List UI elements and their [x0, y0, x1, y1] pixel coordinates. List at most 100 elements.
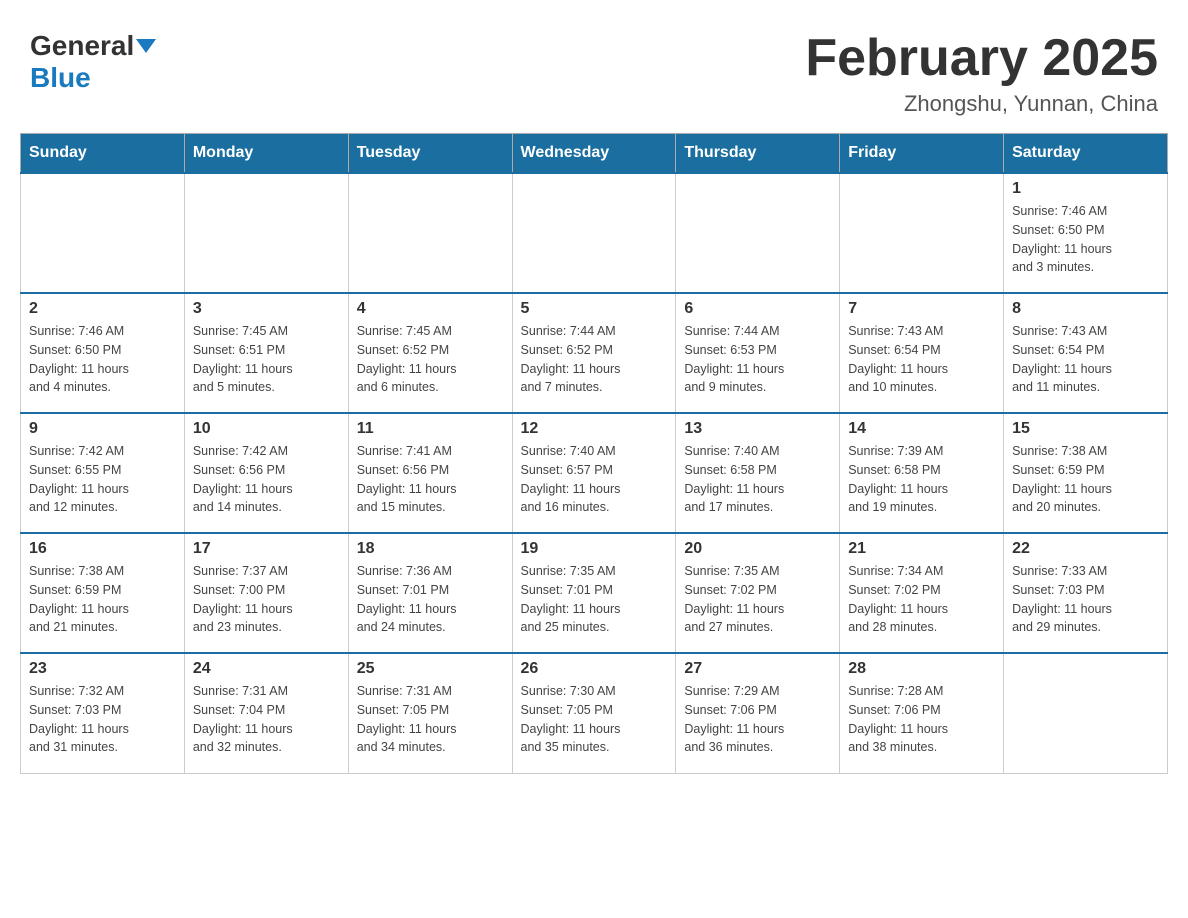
week-row-1: 1Sunrise: 7:46 AM Sunset: 6:50 PM Daylig…: [21, 173, 1168, 293]
day-info: Sunrise: 7:43 AM Sunset: 6:54 PM Dayligh…: [1012, 322, 1159, 397]
day-info: Sunrise: 7:44 AM Sunset: 6:52 PM Dayligh…: [521, 322, 668, 397]
week-row-5: 23 Sunrise: 7:32 AM Sunset: 7:03 PM Dayli…: [21, 653, 1168, 773]
calendar-cell: 17Sunrise: 7:37 AM Sunset: 7:00 PM Dayli…: [184, 533, 348, 653]
location-text: Zhongshu, Yunnan, China: [805, 91, 1158, 117]
calendar-cell: [1004, 653, 1168, 773]
calendar-cell: 7Sunrise: 7:43 AM Sunset: 6:54 PM Daylig…: [840, 293, 1004, 413]
calendar-cell: 13 Sunrise: 7:40 AM Sunset: 6:58 PM Dayli…: [676, 413, 840, 533]
calendar-cell: 20 Sunrise: 7:35 AM Sunset: 7:02 PM Dayli…: [676, 533, 840, 653]
col-thursday: Thursday: [676, 134, 840, 174]
day-number: 8: [1012, 300, 1159, 318]
day-info: Sunrise: 7:46 AM Sunset: 6:50 PM Dayligh…: [1012, 202, 1159, 277]
month-title: February 2025: [805, 30, 1158, 87]
day-info: Sunrise: 7:34 AM Sunset: 7:02 PM Dayligh…: [848, 562, 995, 637]
calendar-cell: 27Sunrise: 7:29 AM Sunset: 7:06 PM Dayli…: [676, 653, 840, 773]
calendar-cell: [676, 173, 840, 293]
day-number: 14: [848, 420, 995, 438]
day-number: 21: [848, 540, 995, 558]
day-number: 23: [29, 660, 176, 678]
calendar-cell: 8 Sunrise: 7:43 AM Sunset: 6:54 PM Daylig…: [1004, 293, 1168, 413]
day-info: Sunrise: 7:38 AM Sunset: 6:59 PM Dayligh…: [29, 562, 176, 637]
calendar-cell: [21, 173, 185, 293]
day-info: Sunrise: 7:36 AM Sunset: 7:01 PM Dayligh…: [357, 562, 504, 637]
calendar-cell: 23 Sunrise: 7:32 AM Sunset: 7:03 PM Dayli…: [21, 653, 185, 773]
day-number: 16: [29, 540, 176, 558]
day-info: Sunrise: 7:35 AM Sunset: 7:01 PM Dayligh…: [521, 562, 668, 637]
logo: General Blue: [30, 30, 156, 94]
day-info: Sunrise: 7:44 AM Sunset: 6:53 PM Dayligh…: [684, 322, 831, 397]
calendar-cell: 24 Sunrise: 7:31 AM Sunset: 7:04 PM Dayli…: [184, 653, 348, 773]
col-tuesday: Tuesday: [348, 134, 512, 174]
day-info: Sunrise: 7:35 AM Sunset: 7:02 PM Dayligh…: [684, 562, 831, 637]
day-info: Sunrise: 7:41 AM Sunset: 6:56 PM Dayligh…: [357, 442, 504, 517]
week-row-3: 9 Sunrise: 7:42 AM Sunset: 6:55 PM Daylig…: [21, 413, 1168, 533]
col-monday: Monday: [184, 134, 348, 174]
title-section: February 2025 Zhongshu, Yunnan, China: [805, 30, 1158, 117]
calendar-cell: [348, 173, 512, 293]
calendar-cell: 9 Sunrise: 7:42 AM Sunset: 6:55 PM Daylig…: [21, 413, 185, 533]
logo-triangle-icon: [136, 39, 156, 53]
col-saturday: Saturday: [1004, 134, 1168, 174]
page-header: General Blue February 2025 Zhongshu, Yun…: [20, 20, 1168, 117]
day-number: 12: [521, 420, 668, 438]
week-row-2: 2 Sunrise: 7:46 AM Sunset: 6:50 PM Daylig…: [21, 293, 1168, 413]
day-info: Sunrise: 7:39 AM Sunset: 6:58 PM Dayligh…: [848, 442, 995, 517]
day-info: Sunrise: 7:31 AM Sunset: 7:04 PM Dayligh…: [193, 682, 340, 757]
day-info: Sunrise: 7:46 AM Sunset: 6:50 PM Dayligh…: [29, 322, 176, 397]
calendar-table: Sunday Monday Tuesday Wednesday Thursday…: [20, 133, 1168, 774]
logo-blue-text: Blue: [30, 62, 91, 93]
day-info: Sunrise: 7:40 AM Sunset: 6:58 PM Dayligh…: [684, 442, 831, 517]
day-number: 10: [193, 420, 340, 438]
calendar-cell: 25 Sunrise: 7:31 AM Sunset: 7:05 PM Dayli…: [348, 653, 512, 773]
day-info: Sunrise: 7:33 AM Sunset: 7:03 PM Dayligh…: [1012, 562, 1159, 637]
day-number: 18: [357, 540, 504, 558]
day-info: Sunrise: 7:42 AM Sunset: 6:55 PM Dayligh…: [29, 442, 176, 517]
calendar-cell: 1Sunrise: 7:46 AM Sunset: 6:50 PM Daylig…: [1004, 173, 1168, 293]
calendar-cell: 5 Sunrise: 7:44 AM Sunset: 6:52 PM Daylig…: [512, 293, 676, 413]
calendar-cell: 28 Sunrise: 7:28 AM Sunset: 7:06 PM Dayli…: [840, 653, 1004, 773]
calendar-cell: 16 Sunrise: 7:38 AM Sunset: 6:59 PM Dayli…: [21, 533, 185, 653]
calendar-header-row: Sunday Monday Tuesday Wednesday Thursday…: [21, 134, 1168, 174]
day-number: 2: [29, 300, 176, 318]
day-info: Sunrise: 7:29 AM Sunset: 7:06 PM Dayligh…: [684, 682, 831, 757]
calendar-cell: 14 Sunrise: 7:39 AM Sunset: 6:58 PM Dayli…: [840, 413, 1004, 533]
calendar-cell: [840, 173, 1004, 293]
day-info: Sunrise: 7:31 AM Sunset: 7:05 PM Dayligh…: [357, 682, 504, 757]
day-number: 15: [1012, 420, 1159, 438]
day-number: 24: [193, 660, 340, 678]
day-number: 9: [29, 420, 176, 438]
day-info: Sunrise: 7:38 AM Sunset: 6:59 PM Dayligh…: [1012, 442, 1159, 517]
col-sunday: Sunday: [21, 134, 185, 174]
day-number: 28: [848, 660, 995, 678]
calendar-cell: 6Sunrise: 7:44 AM Sunset: 6:53 PM Daylig…: [676, 293, 840, 413]
day-info: Sunrise: 7:32 AM Sunset: 7:03 PM Dayligh…: [29, 682, 176, 757]
day-number: 3: [193, 300, 340, 318]
calendar-cell: 11Sunrise: 7:41 AM Sunset: 6:56 PM Dayli…: [348, 413, 512, 533]
week-row-4: 16 Sunrise: 7:38 AM Sunset: 6:59 PM Dayli…: [21, 533, 1168, 653]
day-info: Sunrise: 7:45 AM Sunset: 6:52 PM Dayligh…: [357, 322, 504, 397]
col-friday: Friday: [840, 134, 1004, 174]
day-info: Sunrise: 7:30 AM Sunset: 7:05 PM Dayligh…: [521, 682, 668, 757]
day-number: 13: [684, 420, 831, 438]
calendar-cell: 12Sunrise: 7:40 AM Sunset: 6:57 PM Dayli…: [512, 413, 676, 533]
day-info: Sunrise: 7:28 AM Sunset: 7:06 PM Dayligh…: [848, 682, 995, 757]
day-number: 5: [521, 300, 668, 318]
day-info: Sunrise: 7:42 AM Sunset: 6:56 PM Dayligh…: [193, 442, 340, 517]
calendar-cell: 10 Sunrise: 7:42 AM Sunset: 6:56 PM Dayli…: [184, 413, 348, 533]
day-number: 25: [357, 660, 504, 678]
logo-general-text: General: [30, 30, 134, 62]
day-number: 19: [521, 540, 668, 558]
calendar-cell: 22Sunrise: 7:33 AM Sunset: 7:03 PM Dayli…: [1004, 533, 1168, 653]
day-number: 20: [684, 540, 831, 558]
calendar-cell: 15 Sunrise: 7:38 AM Sunset: 6:59 PM Dayli…: [1004, 413, 1168, 533]
calendar-cell: 18 Sunrise: 7:36 AM Sunset: 7:01 PM Dayli…: [348, 533, 512, 653]
calendar-cell: 4Sunrise: 7:45 AM Sunset: 6:52 PM Daylig…: [348, 293, 512, 413]
day-number: 26: [521, 660, 668, 678]
day-info: Sunrise: 7:37 AM Sunset: 7:00 PM Dayligh…: [193, 562, 340, 637]
calendar-cell: 26 Sunrise: 7:30 AM Sunset: 7:05 PM Dayli…: [512, 653, 676, 773]
calendar-cell: [184, 173, 348, 293]
calendar-cell: 19 Sunrise: 7:35 AM Sunset: 7:01 PM Dayli…: [512, 533, 676, 653]
calendar-cell: 21 Sunrise: 7:34 AM Sunset: 7:02 PM Dayli…: [840, 533, 1004, 653]
day-info: Sunrise: 7:43 AM Sunset: 6:54 PM Dayligh…: [848, 322, 995, 397]
calendar-cell: 3Sunrise: 7:45 AM Sunset: 6:51 PM Daylig…: [184, 293, 348, 413]
